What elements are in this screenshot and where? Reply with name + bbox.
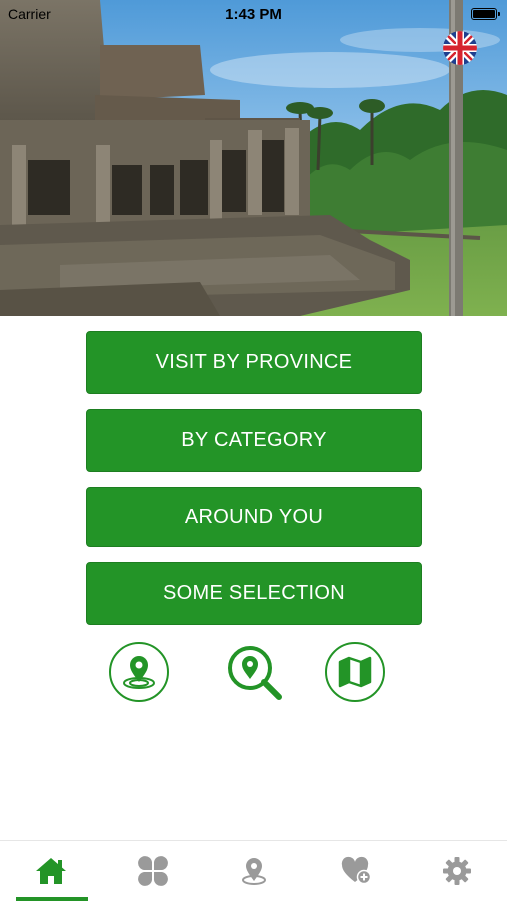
nearby-location-button[interactable] [109,642,169,702]
language-flag-button[interactable] [443,31,477,65]
tab-category[interactable] [102,841,203,901]
category-icon [137,856,168,886]
visit-by-province-button[interactable]: VISIT BY PROVINCE [86,331,422,394]
search-location-button[interactable] [224,642,286,704]
hero-image [0,0,507,316]
tab-settings[interactable] [406,841,507,901]
tab-location[interactable] [203,841,304,901]
tab-home[interactable] [0,841,101,901]
uk-flag-icon [443,31,477,65]
status-time: 1:43 PM [225,6,282,23]
some-selection-label: SOME SELECTION [162,582,345,604]
location-icon [241,858,266,885]
battery-icon [471,8,500,20]
by-category-label: BY CATEGORY [181,429,327,451]
tab-favorite[interactable] [305,841,406,901]
status-bar: Carrier 1:43 PM [0,0,507,30]
home-icon [35,858,66,884]
by-category-button[interactable]: BY CATEGORY [86,409,422,472]
location-pin-icon [123,656,155,689]
around-you-label: AROUND YOU [184,505,324,528]
visit-by-province-label: VISIT BY PROVINCE [155,351,353,373]
map-icon [338,656,372,688]
favorite-add-icon [341,856,371,885]
tab-bar [0,840,507,901]
around-you-button[interactable]: AROUND YOU [86,487,422,547]
search-location-icon [228,646,282,700]
map-button[interactable] [325,642,385,702]
active-tab-indicator [16,897,88,901]
some-selection-button[interactable]: SOME SELECTION [86,562,422,625]
gear-icon [442,857,471,885]
